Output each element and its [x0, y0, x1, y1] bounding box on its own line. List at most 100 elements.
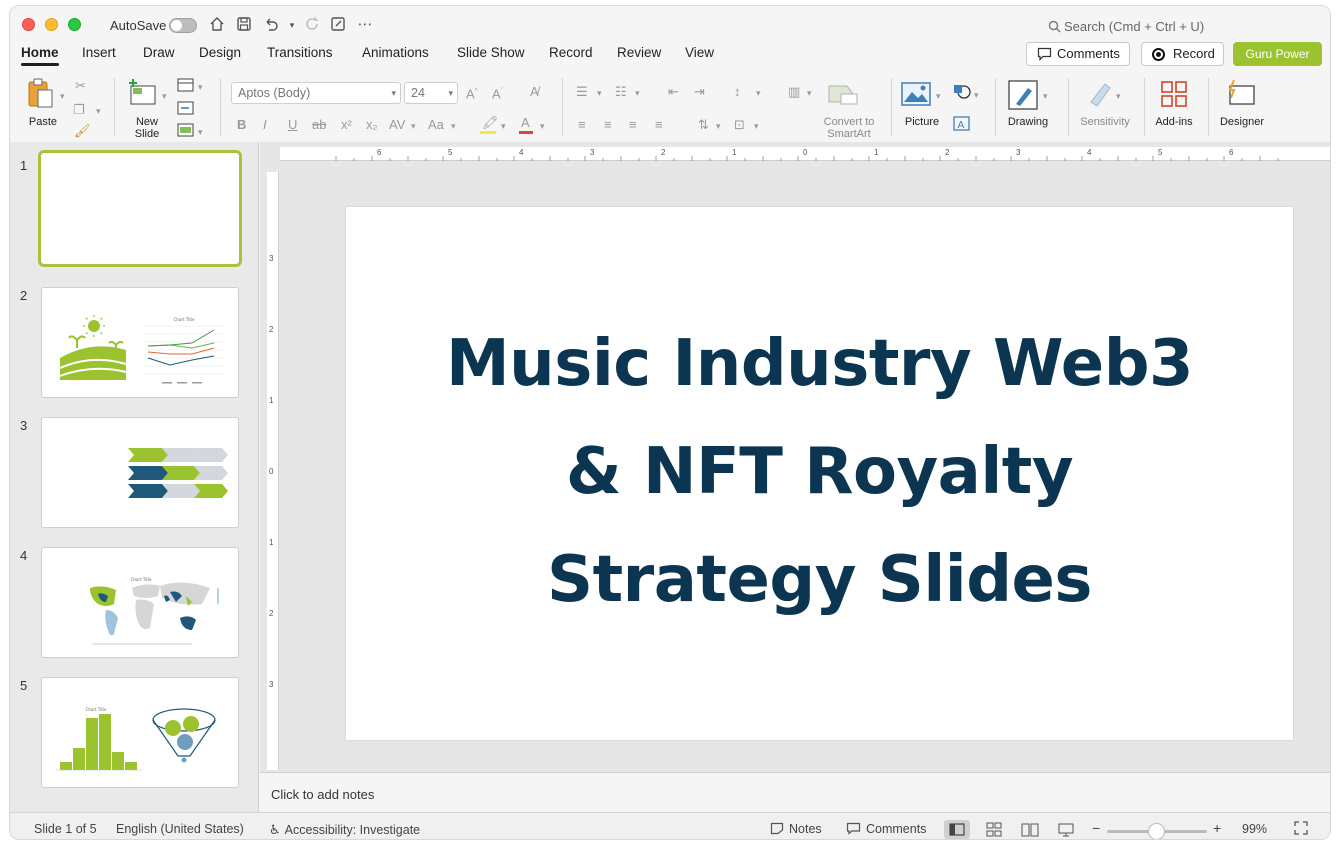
slide-title[interactable]: Music Industry Web3 & NFT Royalty Strate… — [346, 310, 1293, 634]
slide-thumbnail-2[interactable]: Chart Title — [41, 287, 239, 398]
guru-power-button[interactable]: Guru Power — [1233, 42, 1322, 66]
zoom-out-button[interactable]: − — [1092, 820, 1100, 836]
slide-thumbnail-1[interactable] — [38, 150, 242, 267]
font-name-select[interactable]: Aptos (Body) ▾ — [231, 82, 401, 104]
subscript-icon[interactable]: x₂ — [366, 117, 378, 133]
slide-show-view-button[interactable] — [1053, 820, 1079, 839]
text-box-icon[interactable]: A — [953, 116, 971, 135]
character-spacing-icon[interactable]: AV — [389, 117, 405, 133]
zoom-in-button[interactable]: + — [1213, 820, 1221, 836]
save-icon[interactable] — [234, 15, 254, 35]
numbering-icon[interactable]: ☷ — [615, 84, 627, 100]
decrease-font-size-icon[interactable]: Aˇ — [492, 84, 503, 102]
reset-icon[interactable] — [177, 101, 195, 118]
record-button[interactable]: Record — [1141, 42, 1224, 66]
tab-draw[interactable]: Draw — [143, 44, 175, 70]
chevron-down-icon[interactable]: ▾ — [540, 118, 545, 134]
bold-icon[interactable]: B — [237, 117, 246, 133]
clear-formatting-icon[interactable]: A̸ — [530, 84, 539, 100]
italic-icon[interactable]: I — [263, 117, 267, 133]
fit-to-window-icon[interactable] — [1293, 820, 1309, 839]
redo-icon[interactable] — [302, 15, 322, 35]
justify-icon[interactable]: ≡ — [655, 117, 663, 133]
increase-indent-icon[interactable]: ⇥ — [694, 84, 705, 100]
tab-transitions[interactable]: Transitions — [267, 44, 333, 70]
tab-insert[interactable]: Insert — [82, 44, 116, 70]
undo-icon[interactable] — [261, 15, 281, 35]
slide-thumbnail-5[interactable]: Chart Title — [41, 677, 239, 788]
decrease-indent-icon[interactable]: ⇤ — [668, 84, 679, 100]
reading-view-button[interactable] — [1017, 820, 1043, 839]
more-options-icon[interactable]: ⋯ — [355, 15, 375, 35]
new-slide-icon[interactable] — [127, 78, 159, 111]
comments-button[interactable]: Comments — [1026, 42, 1130, 66]
export-icon[interactable] — [328, 15, 348, 35]
home-icon[interactable] — [207, 15, 227, 35]
chevron-down-icon[interactable]: ▾ — [411, 118, 416, 134]
minimize-window-button[interactable] — [45, 18, 58, 31]
underline-icon[interactable]: U — [288, 117, 297, 133]
zoom-level[interactable]: 99% — [1242, 822, 1267, 836]
notes-toggle-button[interactable]: Notes — [770, 822, 822, 836]
align-text-icon[interactable]: ⊡ — [734, 117, 745, 133]
add-ins-icon[interactable] — [1160, 80, 1188, 111]
undo-dropdown-icon[interactable]: ▾ — [282, 15, 302, 35]
chevron-down-icon[interactable]: ▾ — [754, 118, 759, 134]
increase-font-size-icon[interactable]: A^ — [466, 84, 478, 102]
font-color-icon[interactable]: A — [521, 115, 530, 131]
drawing-icon[interactable] — [1008, 80, 1038, 113]
paste-icon[interactable] — [26, 78, 56, 113]
layout-dropdown-icon[interactable]: ▾ — [198, 79, 203, 95]
drawing-dropdown-icon[interactable]: ▾ — [1043, 88, 1048, 104]
picture-dropdown-icon[interactable]: ▾ — [936, 88, 941, 104]
chevron-down-icon[interactable]: ▾ — [635, 85, 640, 101]
slide-thumbnail-4[interactable]: Chart Title — [41, 547, 239, 658]
line-spacing-icon[interactable]: ↕ — [734, 84, 741, 100]
smartart-icon[interactable] — [827, 82, 859, 109]
tab-design[interactable]: Design — [199, 44, 241, 70]
chevron-down-icon[interactable]: ▾ — [716, 118, 721, 134]
language-status[interactable]: English (United States) — [116, 822, 244, 836]
search-field[interactable]: Search (Cmd + Ctrl + U) — [1048, 19, 1204, 34]
strikethrough-icon[interactable]: ab — [312, 117, 326, 133]
tab-slide-show[interactable]: Slide Show — [457, 44, 525, 70]
sensitivity-icon[interactable] — [1085, 80, 1113, 111]
bullets-icon[interactable]: ☰ — [576, 84, 588, 100]
sensitivity-dropdown-icon[interactable]: ▾ — [1116, 88, 1121, 104]
superscript-icon[interactable]: x² — [341, 117, 352, 133]
copy-dropdown-icon[interactable]: ▾ — [96, 103, 101, 119]
chevron-down-icon[interactable]: ▾ — [597, 85, 602, 101]
columns-icon[interactable]: ▥ — [788, 84, 800, 100]
align-right-icon[interactable]: ≡ — [629, 117, 637, 133]
format-painter-icon[interactable]: 🖌 — [74, 123, 91, 139]
new-slide-dropdown-icon[interactable]: ▾ — [162, 88, 167, 104]
align-left-icon[interactable]: ≡ — [578, 117, 586, 133]
notes-pane[interactable]: Click to add notes — [260, 772, 1330, 812]
align-center-icon[interactable]: ≡ — [604, 117, 612, 133]
chevron-down-icon[interactable]: ▾ — [451, 118, 456, 134]
designer-icon[interactable] — [1224, 78, 1256, 111]
normal-view-button[interactable] — [944, 820, 970, 839]
chevron-down-icon[interactable]: ▾ — [501, 118, 506, 134]
zoom-window-button[interactable] — [68, 18, 81, 31]
close-window-button[interactable] — [22, 18, 35, 31]
slide-thumbnail-3[interactable] — [41, 417, 239, 528]
tab-review[interactable]: Review — [617, 44, 661, 70]
copy-icon[interactable]: ❐ — [73, 102, 85, 118]
slide-canvas[interactable]: Music Industry Web3 & NFT Royalty Strate… — [346, 207, 1293, 740]
chevron-down-icon[interactable]: ▾ — [807, 85, 812, 101]
tab-record[interactable]: Record — [549, 44, 593, 70]
shapes-icon[interactable] — [952, 83, 972, 104]
autosave-toggle[interactable] — [169, 18, 197, 33]
text-direction-icon[interactable]: ⇅ — [698, 117, 709, 133]
comments-toggle-button[interactable]: Comments — [846, 822, 926, 836]
section-dropdown-icon[interactable]: ▾ — [198, 124, 203, 140]
paste-dropdown-icon[interactable]: ▾ — [60, 88, 65, 104]
shapes-dropdown-icon[interactable]: ▾ — [974, 87, 979, 103]
picture-icon[interactable] — [901, 82, 931, 109]
tab-home[interactable]: Home — [21, 44, 59, 70]
change-case-icon[interactable]: Aa — [428, 117, 444, 133]
font-size-select[interactable]: 24 ▾ — [404, 82, 458, 104]
highlight-icon[interactable]: 🖍 — [482, 115, 499, 131]
accessibility-status[interactable]: ♿ Accessibility: Investigate — [269, 822, 420, 838]
